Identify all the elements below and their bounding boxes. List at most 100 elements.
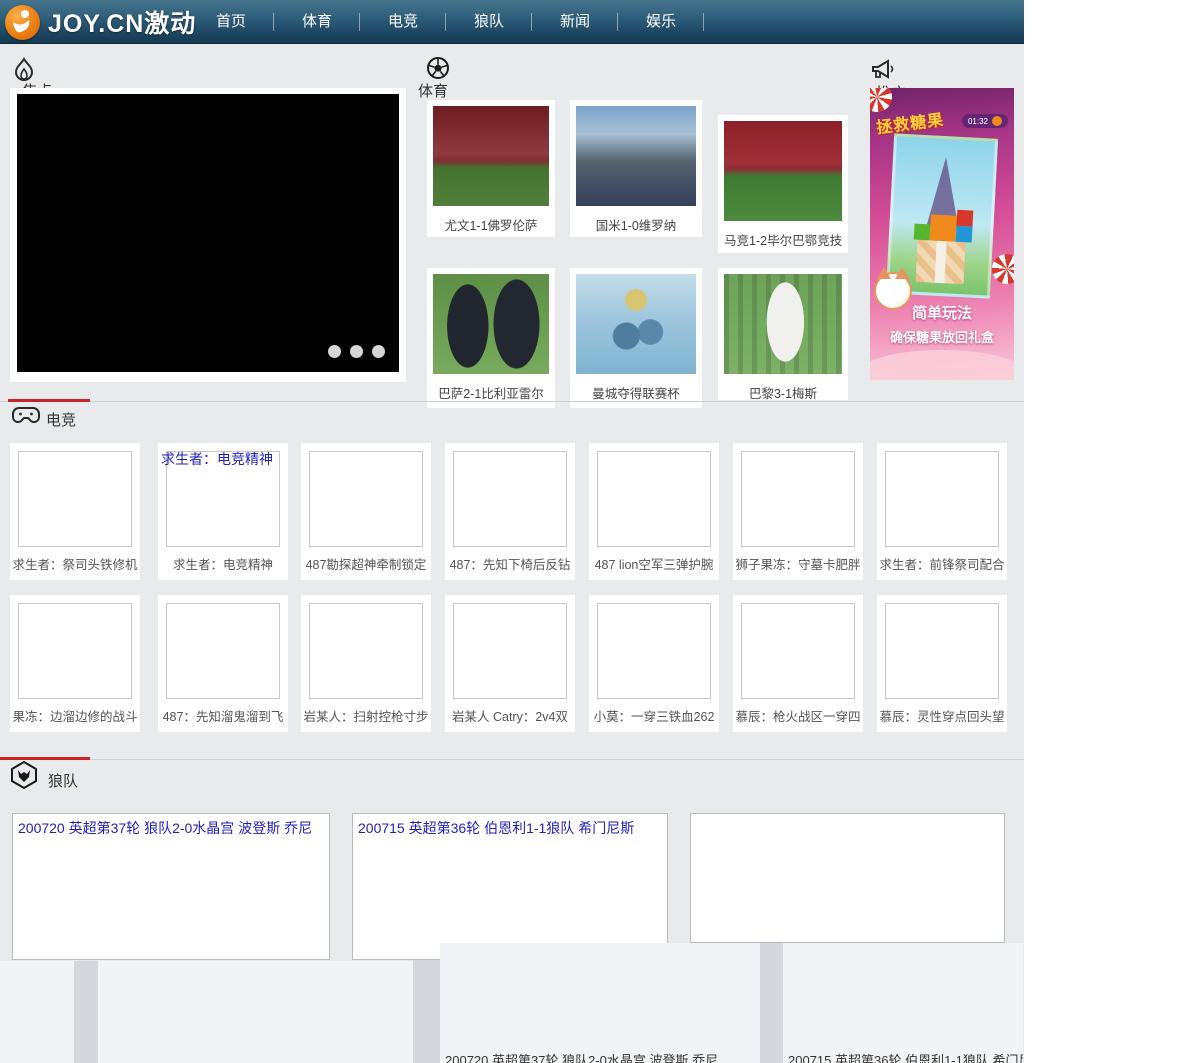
cloud-decoration: [870, 350, 1014, 380]
video-player-placeholder: [440, 943, 760, 1063]
video-player-placeholder: [98, 961, 413, 1063]
candy-block: [914, 224, 931, 241]
sports-card[interactable]: 尤文1-1佛罗伦萨: [427, 100, 555, 237]
joy-logo-icon: [5, 5, 40, 40]
video-player-placeholder: [0, 961, 74, 1063]
pause-button-icon: [992, 116, 1002, 126]
video-thumbnail-placeholder[interactable]: [309, 603, 423, 699]
esports-card[interactable]: 岩某人：扫射控枪寸步: [301, 595, 431, 732]
nav-item-wolves[interactable]: 狼队: [446, 0, 532, 44]
candy-block: [956, 226, 973, 243]
sports-card-caption: 巴萨2-1比利亚雷尔: [433, 383, 549, 402]
carousel-dots: [328, 345, 385, 358]
esports-card[interactable]: 487勘探超神牵制锁定: [301, 443, 431, 580]
promo-ad-banner[interactable]: 拯救糖果 01:32 简单玩法 确保糖果放回礼盒: [870, 88, 1014, 380]
wolves-video-title[interactable]: [691, 814, 1004, 822]
content-area: JOY.CN激动 首页 体育 电竞 狼队 新闻 娱乐 焦点: [0, 0, 1024, 1063]
sports-section-label: 体育: [418, 80, 448, 101]
video-thumbnail-placeholder[interactable]: [309, 451, 423, 547]
wolves-video-title[interactable]: 200715 英超第36轮 伯恩利1-1狼队 希门尼斯: [353, 814, 667, 842]
esports-card-caption: 487：先知下椅后反钻: [445, 554, 575, 573]
sports-card[interactable]: 曼城夺得联赛杯: [570, 268, 702, 408]
esports-card-caption: 慕辰：灵性穿点回头望: [877, 706, 1007, 725]
esports-card[interactable]: 求生者：电竞精神 求生者：电竞精神: [158, 443, 288, 580]
esports-card[interactable]: 求生者：前锋祭司配合: [877, 443, 1007, 580]
esports-card[interactable]: 慕辰：灵性穿点回头望: [877, 595, 1007, 732]
wolves-video-card[interactable]: 200715 英超第36轮 伯恩利1-1狼队 希门尼斯: [352, 813, 668, 960]
wolves-video-card[interactable]: [690, 813, 1005, 943]
video-thumbnail-placeholder[interactable]: [741, 603, 855, 699]
nav-item-esports[interactable]: 电竞: [360, 0, 446, 44]
video-thumbnail-placeholder[interactable]: [18, 603, 132, 699]
esports-card-caption: 岩某人：扫射控枪寸步: [301, 706, 431, 725]
carousel-dot-3[interactable]: [372, 345, 385, 358]
esports-card[interactable]: 慕辰：枪火战区一穿四: [733, 595, 863, 732]
section-divider: [0, 401, 1024, 402]
esports-card[interactable]: 求生者：祭司头铁修机: [10, 443, 140, 580]
esports-card[interactable]: 果冻：边溜边修的战斗: [10, 595, 140, 732]
sports-thumbnail-atletico: [724, 121, 842, 221]
focus-carousel-card: [10, 88, 406, 382]
panel-gap: [74, 961, 98, 1063]
nav-item-entertainment[interactable]: 娱乐: [618, 0, 704, 44]
sports-card[interactable]: 马竞1-2毕尔巴鄂竞技: [718, 115, 848, 253]
video-thumbnail-placeholder[interactable]: [885, 603, 999, 699]
ad-slogan-line2: 确保糖果放回礼盒: [870, 327, 1014, 346]
sports-card-caption: 尤文1-1佛罗伦萨: [433, 215, 549, 234]
video-thumbnail-placeholder[interactable]: [453, 451, 567, 547]
section-divider: [0, 759, 1024, 760]
esports-card-caption: 求生者：电竞精神: [158, 554, 288, 573]
esports-overlay-link[interactable]: 求生者：电竞精神: [161, 449, 273, 469]
nav-item-home[interactable]: 首页: [188, 0, 274, 44]
esports-card[interactable]: 小莫：一穿三铁血262: [589, 595, 719, 732]
esports-card-caption: 487勘探超神牵制锁定: [301, 554, 431, 573]
video-thumbnail-placeholder[interactable]: [453, 603, 567, 699]
video-thumbnail-placeholder[interactable]: [166, 603, 280, 699]
esports-card-caption: 487 lion空军三弹护腕: [589, 554, 719, 573]
esports-card[interactable]: 487 lion空军三弹护腕: [589, 443, 719, 580]
ad-timer: 01:32: [962, 114, 1008, 128]
sports-card-caption: 马竞1-2毕尔巴鄂竞技: [724, 230, 842, 249]
video-thumbnail-placeholder[interactable]: [597, 451, 711, 547]
carousel-dot-2[interactable]: [350, 345, 363, 358]
candy-decoration: [992, 254, 1014, 284]
wolves-video-card[interactable]: 200720 英超第37轮 狼队2-0水晶宫 波登斯 乔尼: [12, 813, 330, 960]
sports-card[interactable]: 巴黎3-1梅斯: [718, 268, 848, 400]
esports-card[interactable]: 狮子果冻：守墓卡肥胖: [733, 443, 863, 580]
esports-card-caption: 小莫：一穿三铁血262: [589, 706, 719, 725]
ad-timer-value: 01:32: [968, 117, 988, 126]
video-thumbnail-placeholder[interactable]: [741, 451, 855, 547]
esports-card-caption: 狮子果冻：守墓卡肥胖: [733, 554, 863, 573]
nav-item-news[interactable]: 新闻: [532, 0, 618, 44]
candy-block: [930, 214, 957, 241]
video-thumbnail-placeholder[interactable]: [885, 451, 999, 547]
carousel-dot-1[interactable]: [328, 345, 341, 358]
esports-card[interactable]: 487：先知溜鬼溜到飞: [158, 595, 288, 732]
sports-card[interactable]: 国米1-0维罗纳: [570, 100, 702, 237]
esports-card[interactable]: 487：先知下椅后反钻: [445, 443, 575, 580]
wolves-video-title[interactable]: 200720 英超第37轮 狼队2-0水晶宫 波登斯 乔尼: [13, 814, 329, 842]
video-thumbnail-placeholder[interactable]: [597, 603, 711, 699]
ad-slogan: 简单玩法 确保糖果放回礼盒: [870, 302, 1014, 346]
sports-card-caption: 巴黎3-1梅斯: [724, 383, 842, 402]
wolves-section-label: 狼队: [48, 770, 78, 791]
video-thumbnail-placeholder[interactable]: [18, 451, 132, 547]
clipped-video-title[interactable]: 200715 英超第36轮 伯恩利1-1狼队 希门尼斯: [788, 1050, 1023, 1063]
sports-thumbnail-mancity: [576, 274, 696, 374]
gamepad-icon: [12, 404, 40, 431]
clipped-video-title[interactable]: 200720 英超第37轮 狼队2-0水晶宫 波登斯 乔尼: [445, 1050, 718, 1063]
sports-card-caption: 国米1-0维罗纳: [576, 215, 696, 234]
site-logo-text: JOY.CN激动: [48, 4, 196, 40]
ad-slogan-line1: 简单玩法: [870, 302, 1014, 323]
site-logo[interactable]: JOY.CN激动: [5, 4, 196, 40]
carousel-video-area[interactable]: [17, 94, 399, 372]
ad-game-title: 拯救糖果: [875, 106, 945, 138]
esports-accent-line: [8, 399, 90, 402]
sports-thumbnail-psg: [724, 274, 842, 374]
main-nav: 首页 体育 电竞 狼队 新闻 娱乐: [188, 0, 704, 44]
nav-item-sports[interactable]: 体育: [274, 0, 360, 44]
wolves-badge-icon: [10, 761, 38, 794]
sports-card[interactable]: 巴萨2-1比利亚雷尔: [427, 268, 555, 408]
esports-card[interactable]: 岩某人 Catry：2v4双: [445, 595, 575, 732]
wolves-accent-line: [0, 757, 90, 760]
